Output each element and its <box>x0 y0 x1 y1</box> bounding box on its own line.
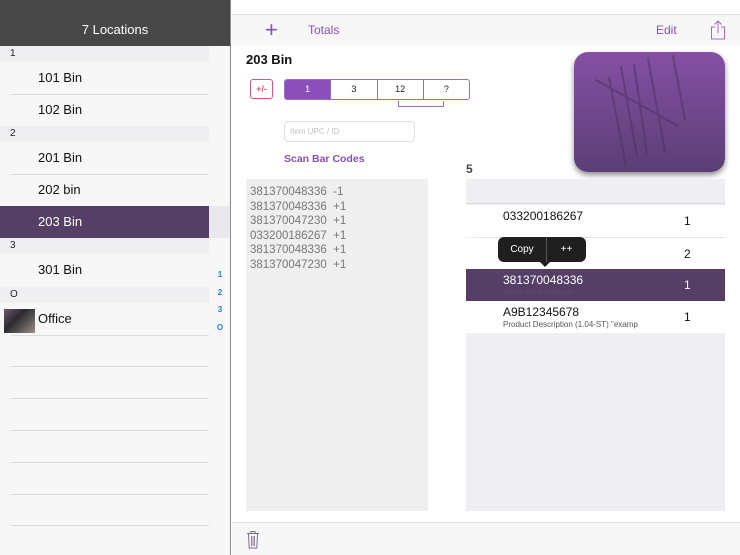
tally-marks-icon <box>595 55 686 167</box>
index-item[interactable]: 3 <box>213 301 227 319</box>
location-row-office[interactable]: Office <box>0 303 209 335</box>
section-header-o: O <box>0 287 209 303</box>
trash-icon[interactable] <box>246 530 260 549</box>
item-qty: 1 <box>684 310 691 324</box>
row-divider <box>11 462 209 463</box>
items-table-header <box>466 179 725 204</box>
increment-option-3[interactable]: 3 <box>330 80 376 99</box>
location-row-101[interactable]: 101 Bin <box>0 62 209 94</box>
section-header-1: 1 <box>0 46 209 62</box>
item-qty: 2 <box>684 247 691 261</box>
log-line: 381370048336 +1 <box>250 200 347 213</box>
tally-app-tile[interactable] <box>574 52 725 172</box>
index-item[interactable]: 1 <box>213 266 227 284</box>
row-divider <box>11 398 209 399</box>
bin-title: 203 Bin <box>246 52 293 67</box>
detail-pane: + Totals Edit 203 Bin +/- 1 3 12 ? Item … <box>232 0 740 555</box>
totals-button[interactable]: Totals <box>308 23 339 37</box>
section-header-2: 2 <box>0 126 209 142</box>
row-divider <box>11 494 209 495</box>
log-line: 033200186267 +1 <box>250 229 347 242</box>
index-item[interactable]: 2 <box>213 284 227 302</box>
increment-menu-item[interactable]: ++ <box>547 237 586 262</box>
item-row[interactable]: A9B12345678 Product Description (1.04-ST… <box>466 301 725 333</box>
location-row-301[interactable]: 301 Bin <box>0 254 209 286</box>
location-row-201[interactable]: 201 Bin <box>0 142 209 174</box>
item-code: 033200186267 <box>503 209 584 223</box>
section-index-bar[interactable]: 1 2 3 O <box>213 266 227 336</box>
top-toolbar: + Totals Edit <box>232 15 740 46</box>
plus-icon[interactable]: + <box>265 19 278 41</box>
row-divider <box>11 430 209 431</box>
item-description: Product Description (1.04-ST) "examp <box>503 320 638 329</box>
upc-input[interactable]: Item UPC / ID <box>284 121 415 142</box>
office-thumbnail-image <box>4 309 35 333</box>
log-line: 381370047230 +1 <box>250 215 347 227</box>
increment-segmented-control[interactable]: 1 3 12 ? <box>284 79 470 100</box>
log-line: 381370048336 +1 <box>250 244 347 256</box>
sidebar-title: 7 Locations <box>81 22 149 37</box>
increment-option-12[interactable]: 12 <box>376 80 423 99</box>
item-qty: 1 <box>684 214 691 228</box>
location-row-202[interactable]: 202 bin <box>0 174 209 206</box>
log-line: 381370047230 +1 <box>250 258 347 271</box>
item-row[interactable]: 033200186267 1 <box>466 205 725 237</box>
status-strip <box>232 0 740 15</box>
increment-group-bracket <box>398 101 444 107</box>
edit-menu-popover: Copy ++ <box>498 237 586 267</box>
copy-menu-item[interactable]: Copy <box>498 237 547 262</box>
index-item[interactable]: O <box>213 319 227 337</box>
scan-log[interactable]: 381370048336 -1 381370048336 +1 38137004… <box>246 179 428 511</box>
item-description: Band-Aid bandages <box>503 288 574 297</box>
increment-option-1[interactable]: 1 <box>285 80 331 99</box>
app: 7 Locations 1 101 Bin 102 Bin 2 201 Bin … <box>0 0 740 555</box>
row-divider <box>11 335 209 336</box>
item-code: A9B12345678 <box>503 305 580 319</box>
location-row-203-selected[interactable]: 203 Bin <box>0 206 230 238</box>
row-divider <box>11 525 209 526</box>
item-qty: 1 <box>684 278 691 292</box>
sidebar-header: 7 Locations <box>0 0 230 46</box>
section-header-3: 3 <box>0 238 209 254</box>
locations-sidebar: 7 Locations 1 101 Bin 102 Bin 2 201 Bin … <box>0 0 231 555</box>
share-icon[interactable] <box>710 20 726 40</box>
scan-bar-codes-button[interactable]: Scan Bar Codes <box>284 153 365 165</box>
bottom-toolbar <box>232 522 740 555</box>
office-label: Office <box>38 311 72 326</box>
increment-option-custom[interactable]: ? <box>422 80 469 99</box>
item-row-selected[interactable]: 381370048336 Band-Aid bandages 1 <box>466 269 725 301</box>
location-row-102[interactable]: 102 Bin <box>0 94 209 126</box>
edit-button[interactable]: Edit <box>656 23 677 37</box>
item-count: 5 <box>466 162 473 176</box>
row-divider <box>11 366 209 367</box>
plus-minus-toggle[interactable]: +/- <box>250 79 273 99</box>
items-table: 033200186267 1 2 381370048336 Band-Aid b… <box>466 179 725 511</box>
log-line: 381370048336 -1 <box>250 186 344 198</box>
item-code: 381370048336 <box>503 273 584 287</box>
